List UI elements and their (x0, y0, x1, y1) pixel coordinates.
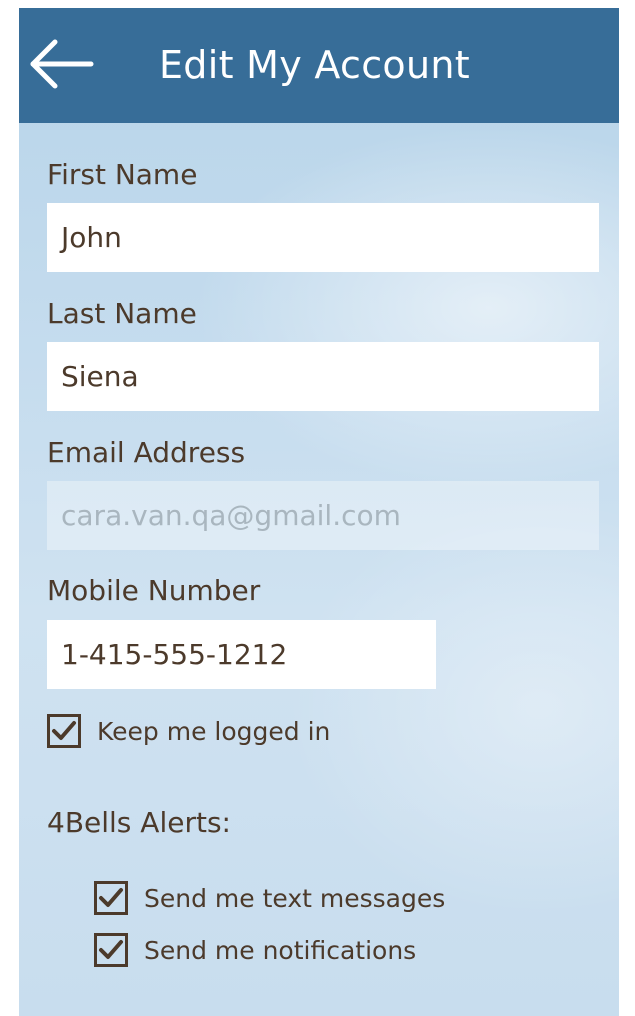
arrow-left-icon (30, 39, 94, 89)
checkmark-icon (52, 721, 76, 740)
send-text-messages-label: Send me text messages (144, 883, 446, 913)
checkmark-icon (99, 940, 123, 959)
email-label: Email Address (47, 436, 246, 469)
checkmark-icon (99, 888, 123, 907)
checkbox-box[interactable] (47, 714, 81, 748)
mobile-number-field[interactable]: 1-415-555-1212 (47, 620, 436, 689)
checkbox-box[interactable] (94, 881, 128, 915)
email-field: cara.van.qa@gmail.com (47, 481, 599, 550)
keep-logged-in-checkbox[interactable]: Keep me logged in (47, 714, 330, 748)
back-button[interactable] (27, 34, 97, 94)
app-header: Edit My Account (19, 8, 619, 123)
alerts-heading: 4Bells Alerts: (47, 806, 231, 839)
mobile-label: Mobile Number (47, 574, 261, 607)
keep-logged-in-label: Keep me logged in (97, 716, 331, 746)
checkbox-box[interactable] (94, 933, 128, 967)
last-name-label: Last Name (47, 297, 197, 330)
first-name-field[interactable]: John (47, 203, 599, 272)
send-text-messages-checkbox[interactable]: Send me text messages (94, 881, 445, 915)
page-title: Edit My Account (159, 43, 470, 87)
send-notifications-label: Send me notifications (144, 935, 417, 965)
last-name-field[interactable]: Siena (47, 342, 599, 411)
first-name-label: First Name (47, 158, 198, 191)
send-notifications-checkbox[interactable]: Send me notifications (94, 933, 416, 967)
app-screen: Edit My Account First Name John Last Nam… (19, 8, 619, 1016)
